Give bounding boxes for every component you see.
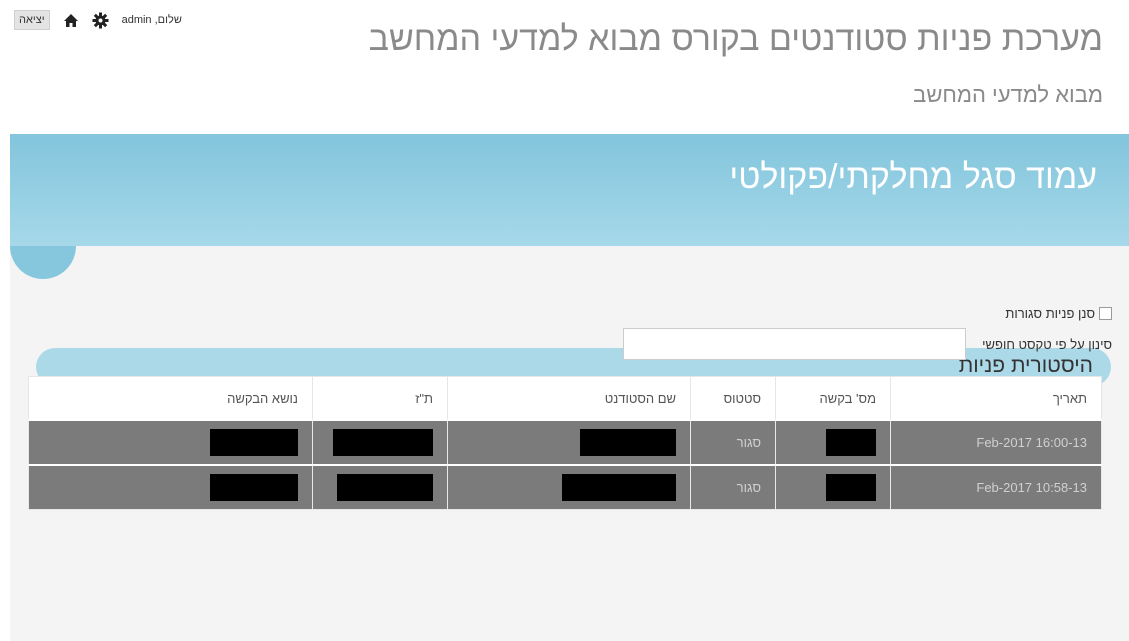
row-request-number (775, 419, 891, 466)
row-id (312, 419, 448, 466)
row-status: סגור (690, 464, 776, 510)
closed-filter-row: סנן פניות סגורות (1005, 306, 1112, 321)
requests-table: תאריך מס' בקשה סטטוס שם הסטודנט ת"ז נושא… (28, 376, 1102, 510)
redacted-block (337, 474, 433, 501)
redacted-block (210, 429, 298, 456)
column-header-date[interactable]: תאריך (890, 376, 1102, 421)
page-banner: עמוד סגל מחלקתי/פקולטי (10, 134, 1129, 246)
table-header-row: תאריך מס' בקשה סטטוס שם הסטודנט ת"ז נושא… (28, 376, 1102, 421)
redacted-block (580, 429, 676, 456)
site-subtitle: מבוא למדעי המחשב (913, 82, 1103, 107)
page-title: עמוד סגל מחלקתי/פקולטי (729, 158, 1097, 196)
row-date: 13-Feb-2017 16:00 (890, 419, 1102, 466)
column-header-student-name[interactable]: שם הסטודנט (447, 376, 691, 421)
closed-filter-label: סנן פניות סגורות (1005, 306, 1095, 321)
freetext-filter-label: סינון על פי טקסט חופשי (982, 336, 1112, 352)
row-date: 13-Feb-2017 10:58 (890, 464, 1102, 510)
user-greeting: שלום, admin (121, 14, 182, 26)
row-student-name (447, 464, 691, 510)
top-bar: יציאה שלום, admin (14, 10, 182, 30)
row-request-number (775, 464, 891, 510)
closed-filter-checkbox[interactable] (1099, 307, 1112, 320)
gear-icon[interactable] (92, 11, 110, 29)
redacted-block (562, 474, 676, 501)
column-header-request-number[interactable]: מס' בקשה (775, 376, 891, 421)
column-header-status[interactable]: סטטוס (690, 376, 776, 421)
row-subject (28, 419, 313, 466)
row-status: סגור (690, 419, 776, 466)
table-row[interactable]: 13-Feb-2017 10:58 סגור (28, 464, 1102, 510)
redacted-block (826, 429, 876, 456)
row-subject (28, 464, 313, 510)
redacted-block (826, 474, 876, 501)
row-student-name (447, 419, 691, 466)
column-header-id[interactable]: ת"ז (312, 376, 448, 421)
freetext-filter-row: סינון על פי טקסט חופשי (623, 328, 1112, 360)
home-icon[interactable] (62, 11, 80, 29)
table-row[interactable]: 13-Feb-2017 16:00 סגור (28, 419, 1102, 466)
logout-button[interactable]: יציאה (14, 10, 50, 30)
row-id (312, 464, 448, 510)
freetext-filter-input[interactable] (623, 328, 967, 360)
redacted-block (210, 474, 298, 501)
redacted-block (333, 429, 433, 456)
column-header-subject[interactable]: נושא הבקשה (28, 376, 313, 421)
site-title: מערכת פניות סטודנטים בקורס מבוא למדעי המ… (368, 20, 1103, 58)
